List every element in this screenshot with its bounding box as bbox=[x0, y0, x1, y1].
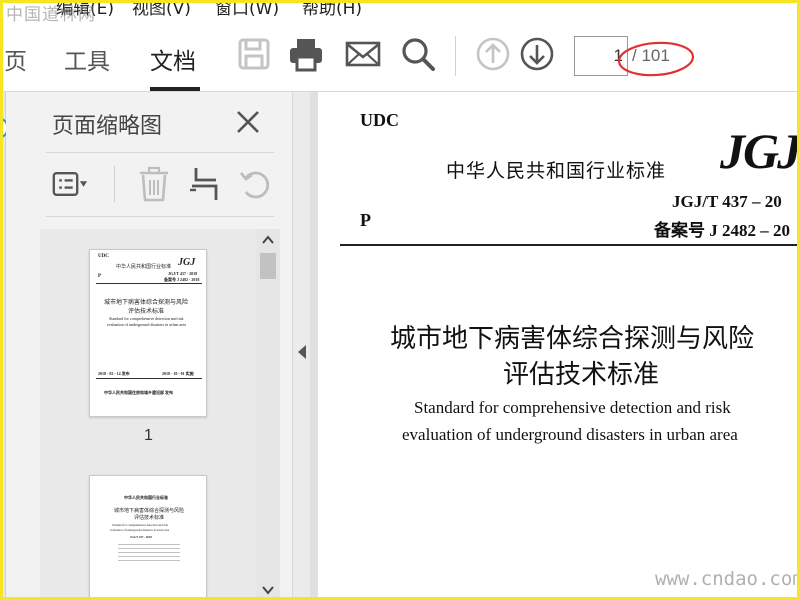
print-icon[interactable] bbox=[288, 36, 324, 72]
page-down-icon[interactable] bbox=[519, 36, 555, 72]
panel-divider bbox=[46, 216, 274, 217]
tab-document[interactable]: 文档 bbox=[150, 42, 196, 76]
thumbnail-page-number: 1 bbox=[144, 427, 153, 444]
panel-divider bbox=[46, 152, 274, 153]
doc-rule bbox=[340, 244, 800, 246]
doc-title-cn-line-2: 评估技术标准 bbox=[503, 360, 660, 389]
thumb1-title-cn-2: 评估技术标准 bbox=[128, 309, 165, 315]
scroll-up-icon[interactable] bbox=[261, 234, 275, 246]
thumbnail-page-2[interactable]: 中华人民共和国行业标准 城市地下病害体综合探测与风险 评估技术标准 Standa… bbox=[89, 475, 207, 600]
thumb1-issue-date: 2018 - 02 - 14 发布 bbox=[98, 371, 130, 376]
thumb2-title-en-1: Standard for comprehensive detection and… bbox=[112, 523, 168, 527]
doc-record-number: 备案号 J 2482 – 20 bbox=[654, 221, 790, 240]
thumb1-rule bbox=[96, 283, 202, 284]
thumb1-rule-2 bbox=[96, 378, 202, 379]
thumbnail-scrollbar[interactable] bbox=[256, 229, 280, 600]
menu-bar: 编辑(E) 视图(V) 窗口(W) 帮助(H) 中国道林网 bbox=[0, 0, 800, 22]
thumb1-std-title: 中华人民共和国行业标准 bbox=[116, 265, 172, 270]
thumbnail-list: UDC 中华人民共和国行业标准 JGJ P JGJ/T 437 - 2018 备… bbox=[40, 229, 256, 600]
page-number-input[interactable]: 1 bbox=[574, 36, 628, 76]
menu-window[interactable]: 窗口(W) bbox=[215, 0, 279, 19]
save-icon[interactable] bbox=[236, 36, 272, 72]
thumb2-title-cn-2: 评估技术标准 bbox=[134, 516, 165, 521]
thumb2-std-title: 中华人民共和国行业标准 bbox=[124, 495, 168, 500]
tab-home[interactable]: 页 bbox=[4, 42, 27, 76]
thumbnail-panel: 页面缩略图 UDC 中华人民共和国行业标准 JGJ P JGJ/T 437 - … bbox=[6, 92, 290, 600]
thumb1-title-en-2: evaluation of underground disasters in u… bbox=[107, 322, 187, 327]
thumb1-logo: JGJ bbox=[178, 257, 196, 268]
thumb1-impl-date: 2018 - 10 - 01 实施 bbox=[162, 371, 194, 376]
page-total-label: / 101 bbox=[632, 46, 670, 65]
rotate-icon[interactable] bbox=[238, 166, 274, 202]
panel-title: 页面缩略图 bbox=[52, 114, 163, 139]
thumb1-code: JGJ/T 437 - 2018 bbox=[168, 271, 198, 276]
doc-p: P bbox=[360, 210, 371, 230]
watermark-bottom: www.cndao.com bbox=[655, 568, 800, 590]
watermark-top: 中国道林网 bbox=[6, 5, 96, 22]
search-icon[interactable] bbox=[400, 36, 436, 72]
doc-title-en-line-2: evaluation of underground disasters in u… bbox=[402, 425, 738, 444]
thumb2-title-en-2: evaluation of underground disasters in u… bbox=[110, 528, 170, 532]
toolbar: 页 工具 文档 1 / 101 bbox=[0, 22, 800, 92]
doc-standard-title: 中华人民共和国行业标准 bbox=[446, 160, 667, 182]
delete-icon[interactable] bbox=[136, 166, 172, 202]
doc-udc: UDC bbox=[360, 110, 399, 130]
thumb1-title-cn-1: 城市地下病害体综合探测与风险 bbox=[104, 300, 189, 306]
toolbar-separator bbox=[455, 36, 456, 76]
document-page: UDC 中华人民共和国行业标准 JGJ P JGJ/T 437 – 20 备案号… bbox=[318, 92, 800, 600]
thumb1-p: P bbox=[98, 274, 102, 279]
mail-icon[interactable] bbox=[345, 36, 381, 72]
panel-collapse-handle[interactable] bbox=[292, 92, 310, 600]
thumb1-title-en-1: Standard for comprehensive detection and… bbox=[109, 316, 184, 321]
doc-title-en-line-1: Standard for comprehensive detection and… bbox=[414, 398, 731, 417]
menu-view[interactable]: 视图(V) bbox=[132, 0, 191, 19]
doc-title-cn-line-1: 城市地下病害体综合探测与风险 bbox=[390, 324, 755, 353]
crop-icon[interactable] bbox=[188, 166, 224, 202]
thumb2-code: JGJ/T 437 - 2018 bbox=[130, 535, 152, 539]
doc-jgj-logo: JGJ bbox=[720, 123, 800, 179]
close-icon[interactable] bbox=[234, 108, 262, 136]
document-view[interactable]: UDC 中华人民共和国行业标准 JGJ P JGJ/T 437 – 20 备案号… bbox=[310, 92, 800, 600]
scroll-down-icon[interactable] bbox=[261, 584, 275, 596]
page-up-icon[interactable] bbox=[475, 36, 511, 72]
thumb1-issuer: 中华人民共和国住房和城乡建设部 发布 bbox=[104, 390, 173, 395]
active-tab-indicator bbox=[150, 87, 200, 91]
panel-tool-separator bbox=[114, 166, 115, 202]
collapse-arrow-icon[interactable] bbox=[297, 344, 307, 360]
thumbnail-page-1[interactable]: UDC 中华人民共和国行业标准 JGJ P JGJ/T 437 - 2018 备… bbox=[89, 249, 207, 417]
thumbnail-options-icon[interactable] bbox=[52, 166, 88, 202]
menu-help[interactable]: 帮助(H) bbox=[302, 0, 362, 19]
thumb2-title-cn-1: 城市地下病害体综合探测与风险 bbox=[114, 509, 185, 514]
tab-tools[interactable]: 工具 bbox=[64, 42, 110, 76]
scroll-thumb[interactable] bbox=[260, 253, 276, 279]
thumb1-udc: UDC bbox=[98, 254, 109, 259]
thumb2-text-block bbox=[118, 544, 180, 562]
doc-standard-code: JGJ/T 437 – 20 bbox=[672, 192, 782, 211]
